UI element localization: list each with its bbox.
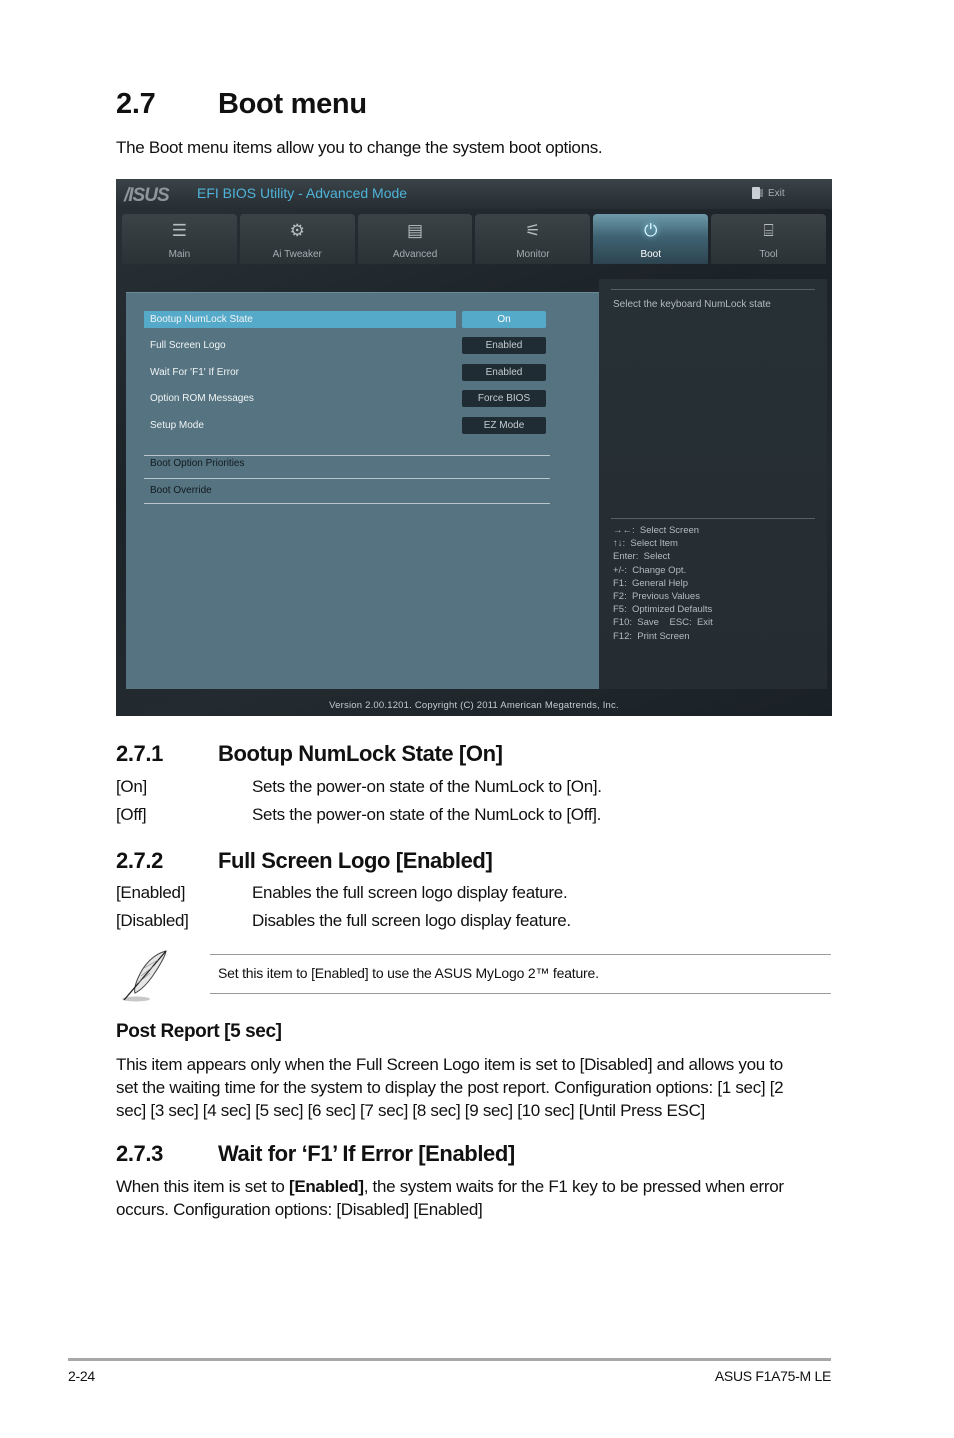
bios-title: EFI BIOS Utility - Advanced Mode [197,185,408,201]
key-help-line: +/-: Change Opt. [613,564,687,576]
value-wait-f1[interactable]: Enabled [462,364,546,381]
section-number: 2.7 [116,88,156,120]
wait-f1-body: When this item is set to [Enabled], the … [116,1175,832,1221]
exit-door-icon [752,187,763,199]
value-option-rom[interactable]: Force BIOS [462,390,546,407]
divider [611,518,815,519]
tab-label: Ai Tweaker [272,249,322,260]
advanced-icon: ▤ [407,221,424,240]
option-name: [Disabled] [116,911,189,930]
power-icon: ⏻ [643,221,658,240]
tab-label: Boot [640,249,662,260]
body-bold: [Enabled] [288,1177,364,1196]
subsection-number: 2.7.3 [116,1141,163,1166]
divider [144,503,550,504]
key-help-line: F5: Optimized Defaults [613,604,713,616]
post-report-heading: Post Report [5 sec] [116,1021,282,1042]
exit-button[interactable]: Exit [744,183,824,203]
setting-bootup-numlock[interactable]: Bootup NumLock State [144,311,456,328]
option-name: [Off] [116,805,147,824]
monitor-icon: ⚟ [525,221,541,240]
submenu-boot-override[interactable]: Boot Override [150,485,212,496]
tab-label: Main [168,249,191,260]
subsection-number: 2.7.1 [116,741,163,766]
value-setup-mode[interactable]: EZ Mode [462,417,546,434]
setting-option-rom[interactable]: Option ROM Messages [144,390,456,407]
value-bootup-numlock[interactable]: On [462,311,546,328]
option-row: [On] Sets the power-on state of the NumLo… [116,777,602,797]
option-desc: Enables the full screen logo display fea… [252,883,568,902]
note-divider-top [210,954,831,955]
setting-wait-f1[interactable]: Wait For 'F1' If Error [144,364,456,381]
option-desc: Sets the power-on state of the NumLock t… [252,805,602,824]
option-desc: Sets the power-on state of the NumLock t… [252,777,602,796]
tweaker-icon: ⚙ [289,221,305,240]
value-full-screen-logo[interactable]: Enabled [462,337,546,354]
subsection-number: 2.7.2 [116,848,163,873]
tab-tool[interactable]: ⌸ Tool [711,214,826,264]
footer-rule [68,1358,831,1361]
subsection-title: Full Screen Logo [Enabled] [218,848,493,873]
body-text: When this item is set to [116,1177,289,1196]
feather-note-icon [122,950,167,1002]
key-help-line: →←: Select Screen [613,525,700,536]
key-help-line: F10: Save ESC: Exit [613,617,713,629]
body-line: occurs. Configuration options: [Disabled… [116,1200,483,1219]
option-row: [Enabled] Enables the full screen logo di… [116,883,568,903]
tab-ai-tweaker[interactable]: ⚙ Ai Tweaker [239,214,355,264]
tab-main[interactable]: ☰ Main [122,214,237,264]
submenu-boot-option-priorities[interactable]: Boot Option Priorities [150,458,245,469]
body-text: , the system waits for the F1 key to be … [363,1177,784,1196]
intro-text: The Boot menu items allow you to change … [116,138,603,157]
bios-screenshot: /ISUS EFI BIOS Utility - Advanced Mode E… [116,179,832,716]
option-row: [Disabled] Disables the full screen logo … [116,911,571,931]
body-line: This item appears only when the Full Scr… [116,1055,783,1074]
section-heading: 2.7 Boot menu [116,88,367,121]
option-row: [Off] Sets the power-on state of the NumL… [116,805,601,825]
product-name: ASUS F1A75-M LE [714,1368,831,1384]
setting-full-screen-logo[interactable]: Full Screen Logo [144,337,456,354]
body-line: When this item is set to [Enabled], the … [116,1175,832,1198]
tab-label: Monitor [516,249,550,260]
divider [144,478,550,479]
key-help-line: F2: Previous Values [613,591,700,603]
note-divider-bottom [210,993,831,994]
tab-monitor[interactable]: ⚟ Monitor [475,214,591,264]
key-help-line: ↑↓: Select Item [613,538,678,550]
bios-version: Version 2.00.1201. Copyright (C) 2011 Am… [329,700,619,711]
tab-advanced[interactable]: ▤ Advanced [357,214,473,264]
tool-icon: ⌸ [763,221,774,240]
divider [144,455,550,456]
asus-logo: /ISUS [124,185,170,206]
tab-boot[interactable]: ⏻ Boot [593,214,709,264]
help-text: Select the keyboard NumLock state [613,299,771,310]
post-report-body: This item appears only when the Full Scr… [116,1053,832,1122]
divider [611,289,815,290]
settings-panel: Bootup NumLock State On Full Screen Logo… [126,292,599,689]
exit-label: Exit [768,187,785,199]
bios-tabs: ☰ Main ⚙ Ai Tweaker ▤ Advanced ⚟ Monitor… [122,214,826,264]
tab-label: Tool [759,249,778,260]
help-panel: Select the keyboard NumLock state →←: Se… [599,279,827,689]
note-text: Set this item to [Enabled] to use the AS… [218,965,599,981]
subsection-title: Bootup NumLock State [On] [218,741,503,766]
section-title: Boot menu [218,88,367,120]
option-name: [Enabled] [116,883,186,902]
key-help-line: Enter: Select [613,551,671,563]
body-line: sec] [3 sec] [4 sec] [5 sec] [6 sec] [7 … [116,1101,705,1120]
page-number: 2-24 [68,1368,95,1384]
option-name: [On] [116,777,147,796]
body-line: set the waiting time for the system to d… [116,1078,784,1097]
key-help-line: F12: Print Screen [613,630,690,642]
subsection-heading-272: 2.7.2 Full Screen Logo [Enabled] [116,848,493,874]
subsection-title: Wait for ‘F1’ If Error [Enabled] [218,1141,515,1166]
subsection-heading-271: 2.7.1 Bootup NumLock State [On] [116,741,503,767]
subsection-heading-273: 2.7.3 Wait for ‘F1’ If Error [Enabled] [116,1141,515,1167]
key-help-list: →←: Select Screen ↑↓: Select Item Enter:… [613,524,713,643]
setting-setup-mode[interactable]: Setup Mode [144,417,456,434]
tab-label: Advanced [392,249,438,260]
option-desc: Disables the full screen logo display fe… [252,911,571,930]
list-icon: ☰ [171,221,188,240]
key-help-line: F1: General Help [613,577,688,589]
